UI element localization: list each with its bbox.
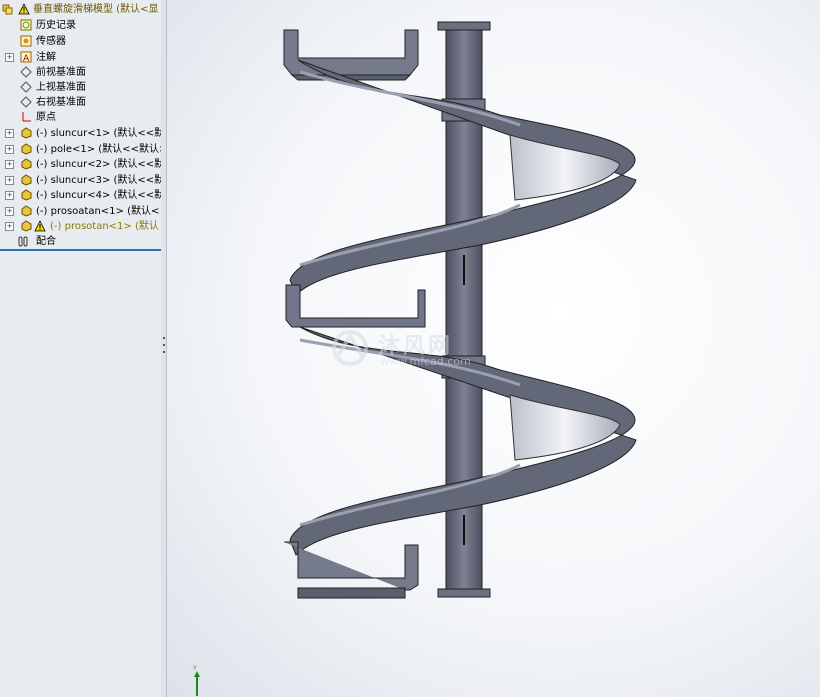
triad-y-label: Y [193,665,197,672]
feature-manager-tree: 垂直螺旋滑梯模型 (默认<显 历史记录 传感器 + A 注解 前视基准面 上视基… [0,0,162,697]
tree-item-label: (-) sluncur<1> (默认<<默 [36,128,162,139]
tree-item-history[interactable]: 历史记录 [0,18,161,33]
expand-toggle[interactable]: + [5,176,14,185]
part-icon [21,189,32,201]
tree-item-sluncur-1[interactable]: + (-) sluncur<1> (默认<<默 [0,126,161,141]
part-icon [21,127,32,139]
tree-item-label: 右视基准面 [36,97,86,108]
tree-item-label: 注解 [36,52,56,63]
sensor-icon [20,35,32,47]
part-icon [21,174,32,186]
watermark: 沐风网 www.mfcad.com [330,328,500,372]
tree-item-label: (-) sluncur<4> (默认<<默 [36,190,162,201]
annotation-icon: A [20,51,32,63]
tree-item-right-plane[interactable]: 右视基准面 [0,95,161,110]
warning-icon [18,3,30,15]
tree-item-sluncur-2[interactable]: + (-) sluncur<2> (默认<<默 [0,157,161,172]
svg-text:A: A [23,54,30,63]
watermark-logo-icon [332,330,368,366]
tree-item-label: 传感器 [36,36,66,47]
tree-item-pole-1[interactable]: + (-) pole<1> (默认<<默认> [0,142,161,157]
tree-item-front-plane[interactable]: 前视基准面 [0,65,161,80]
bottom-platform [284,541,419,599]
tree-item-label: 上视基准面 [36,82,86,93]
expand-toggle[interactable]: + [5,191,14,200]
tree-item-annotations[interactable]: + A 注解 [0,50,161,65]
part-icon [21,158,32,170]
tree-item-label: 垂直螺旋滑梯模型 (默认<显 [33,4,159,15]
plane-icon [20,66,32,78]
mates-icon [18,236,28,247]
graphics-area[interactable]: 沐风网 www.mfcad.com [167,0,820,697]
tree-item-prosotan-1[interactable]: + (-) prosotan<1> (默认 [0,219,161,234]
tree-item-origin[interactable]: 原点 [0,110,161,125]
tree-item-label: 原点 [36,112,56,123]
expand-toggle[interactable]: + [5,160,14,169]
origin-icon [22,112,31,122]
warning-icon [34,220,46,232]
tree-item-sensors[interactable]: 传感器 [0,34,161,49]
tree-item-label: (-) sluncur<2> (默认<<默 [36,159,162,170]
part-icon [21,220,32,232]
tree-item-label: (-) prosotan<1> (默认 [50,221,159,232]
part-icon [21,143,32,155]
assembly-icon [2,4,13,15]
expand-toggle[interactable]: + [5,53,14,62]
tree-item-sluncur-3[interactable]: + (-) sluncur<3> (默认<<默 [0,173,161,188]
expand-toggle[interactable]: + [5,129,14,138]
tree-item-label: (-) sluncur<3> (默认<<默 [36,175,162,186]
tree-item-prosoatan-1[interactable]: + (-) prosoatan<1> (默认< [0,204,161,219]
tree-item-sluncur-4[interactable]: + (-) sluncur<4> (默认<<默 [0,188,161,203]
middle-landing [285,284,426,328]
tree-item-label: 前视基准面 [36,67,86,78]
tree-item-label: (-) prosoatan<1> (默认< [36,206,160,217]
watermark-url: www.mfcad.com [380,355,471,368]
part-icon [21,205,32,217]
tree-item-root[interactable]: 垂直螺旋滑梯模型 (默认<显 [0,2,161,17]
tree-bottom-border [0,249,161,251]
tree-item-top-plane[interactable]: 上视基准面 [0,80,161,95]
expand-toggle[interactable]: + [5,207,14,216]
plane-icon [20,81,32,93]
history-icon [20,19,32,31]
tree-item-label: 配合 [36,236,56,247]
plane-icon [20,96,32,108]
tree-item-mates[interactable]: 配合 [0,234,161,249]
tree-item-label: (-) pole<1> (默认<<默认> [36,144,162,155]
expand-toggle[interactable]: + [5,145,14,154]
tree-item-label: 历史记录 [36,20,76,31]
expand-toggle[interactable]: + [5,222,14,231]
